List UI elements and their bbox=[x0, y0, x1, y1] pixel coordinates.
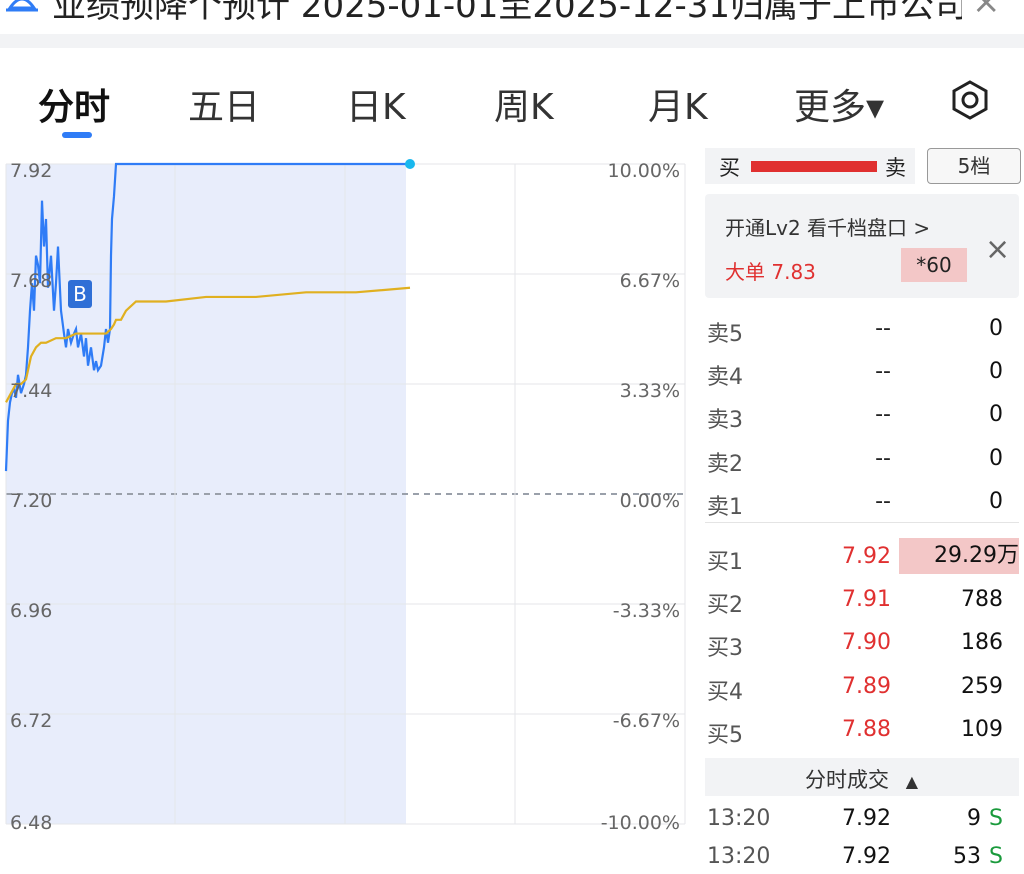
bid-row: 买1 7.92 29.29万 bbox=[705, 538, 1019, 578]
tab-monthly-k[interactable]: 月K bbox=[648, 78, 708, 130]
ask-row: 卖5 -- 0 bbox=[705, 310, 1019, 350]
bid-label: 买4 bbox=[707, 680, 743, 705]
buy-sell-ratio: 买 卖 bbox=[705, 148, 915, 184]
ticks-header[interactable]: 分时成交 ▲ bbox=[705, 758, 1019, 796]
ticks-title-text: 分时成交 bbox=[805, 768, 889, 792]
lv2-text[interactable]: 开通Lv2 看千档盘口 > bbox=[725, 212, 930, 241]
ask-label: 卖5 bbox=[707, 322, 743, 347]
tab-daily-k[interactable]: 日K bbox=[346, 78, 406, 130]
close-icon[interactable]: × bbox=[985, 232, 1010, 267]
bid-price: 7.90 bbox=[842, 630, 891, 655]
pct-tick-label: -3.33% bbox=[612, 600, 680, 622]
ask-price: -- bbox=[875, 316, 891, 341]
bid-row: 买3 7.90 186 bbox=[705, 624, 1019, 664]
notice-banner[interactable]: 业绩预降个预计 2025-01-01至2025-12-31归属于上市公司... … bbox=[0, 0, 1024, 34]
bid-row: 买2 7.91 788 bbox=[705, 581, 1019, 621]
ask-price: -- bbox=[875, 402, 891, 427]
tick-volume: 9 bbox=[967, 806, 981, 831]
y-tick-label: 6.72 bbox=[10, 710, 53, 732]
pct-tick-label: 0.00% bbox=[619, 490, 680, 512]
ask-row: 卖2 -- 0 bbox=[705, 440, 1019, 480]
section-divider bbox=[0, 34, 1024, 48]
bid-price: 7.89 bbox=[842, 674, 891, 699]
ask-volume: 0 bbox=[989, 489, 1003, 514]
bid-price: 7.91 bbox=[842, 587, 891, 612]
ask-row: 卖3 -- 0 bbox=[705, 396, 1019, 436]
intraday-chart[interactable]: B 7.92 10.00% 7.68 6.67% 7.44 3.33% 7.20 0.00% 6… bbox=[0, 148, 690, 857]
ask-volume: 0 bbox=[989, 316, 1003, 341]
ticks-title: 分时成交 ▲ bbox=[805, 764, 918, 794]
y-tick-label: 7.92 bbox=[10, 160, 53, 182]
y-tick-label: 6.48 bbox=[10, 812, 53, 834]
y-tick-label: 6.96 bbox=[10, 600, 53, 622]
pct-tick-label: 10.00% bbox=[607, 160, 680, 182]
period-tabs: 分时 五日 日K 周K 月K 更多▾ bbox=[0, 48, 1024, 148]
bid-volume: 186 bbox=[961, 630, 1003, 655]
pct-tick-label: 3.33% bbox=[619, 380, 680, 402]
y-tick-label: 7.44 bbox=[10, 380, 53, 402]
tab-weekly-k[interactable]: 周K bbox=[494, 78, 554, 130]
tick-row: 13:20 7.92 9 S bbox=[705, 800, 1019, 836]
ask-row: 卖1 -- 0 bbox=[705, 483, 1019, 523]
big-order-badge: *60 bbox=[901, 248, 967, 282]
bid-row: 买5 7.88 109 bbox=[705, 711, 1019, 751]
lv2-promo[interactable]: 开通Lv2 看千档盘口 > 大单 7.83 *60 × bbox=[705, 194, 1019, 298]
ask-volume: 0 bbox=[989, 402, 1003, 427]
ask-row: 卖4 -- 0 bbox=[705, 353, 1019, 393]
last-price-dot bbox=[405, 159, 415, 169]
bid-price: 7.88 bbox=[842, 717, 891, 742]
level-select-button[interactable]: 5档 bbox=[927, 148, 1021, 184]
tick-time: 13:20 bbox=[707, 806, 771, 831]
orderbook-panel: 买 卖 5档 开通Lv2 看千档盘口 > 大单 7.83 *60 × 卖5 --… bbox=[705, 148, 1024, 869]
bid-volume: 109 bbox=[961, 717, 1003, 742]
ask-volume: 0 bbox=[989, 446, 1003, 471]
settings-icon[interactable] bbox=[950, 80, 990, 120]
bid-label: 买5 bbox=[707, 723, 743, 748]
ratio-bar bbox=[751, 161, 877, 172]
ask-label: 卖1 bbox=[707, 495, 743, 520]
tab-more[interactable]: 更多▾ bbox=[794, 78, 884, 130]
bid-volume: 788 bbox=[961, 587, 1003, 612]
tab-intraday[interactable]: 分时 bbox=[38, 78, 110, 130]
bid-label: 买2 bbox=[707, 593, 743, 618]
close-icon[interactable]: × bbox=[972, 0, 1001, 22]
bid-price: 7.92 bbox=[842, 544, 891, 569]
ask-label: 卖3 bbox=[707, 408, 743, 433]
triangle-up-icon: ▲ bbox=[905, 772, 918, 791]
tab-five-day[interactable]: 五日 bbox=[188, 78, 260, 130]
bid-label: 买1 bbox=[707, 550, 743, 575]
active-tab-indicator bbox=[62, 132, 92, 138]
ask-volume: 0 bbox=[989, 359, 1003, 384]
buy-marker-label: B bbox=[73, 282, 87, 306]
bid-label: 买3 bbox=[707, 636, 743, 661]
ask-price: -- bbox=[875, 446, 891, 471]
bid-row: 买4 7.89 259 bbox=[705, 668, 1019, 708]
ask-label: 卖2 bbox=[707, 452, 743, 477]
bid-volume: 259 bbox=[961, 674, 1003, 699]
ask-price: -- bbox=[875, 359, 891, 384]
bell-icon bbox=[6, 0, 38, 12]
pct-tick-label: -10.00% bbox=[600, 812, 680, 834]
y-tick-label: 7.20 bbox=[10, 490, 53, 512]
pct-tick-label: -6.67% bbox=[612, 710, 680, 732]
y-tick-label: 7.68 bbox=[10, 270, 53, 292]
tick-side: S bbox=[989, 806, 1003, 831]
tick-row: 13:20 7.92 53 S bbox=[705, 838, 1019, 874]
ask-label: 卖4 bbox=[707, 365, 743, 390]
tick-price: 7.92 bbox=[842, 806, 891, 831]
ask-price: -- bbox=[875, 489, 891, 514]
sell-label: 卖 bbox=[885, 156, 906, 180]
notice-text: 业绩预降个预计 2025-01-01至2025-12-31归属于上市公司... bbox=[52, 0, 962, 26]
big-order-text: 大单 7.83 bbox=[725, 260, 816, 284]
pct-tick-label: 6.67% bbox=[619, 270, 680, 292]
bid-volume: 29.29万 bbox=[899, 538, 1019, 574]
divider bbox=[705, 522, 1019, 523]
buy-label: 买 bbox=[719, 156, 740, 180]
